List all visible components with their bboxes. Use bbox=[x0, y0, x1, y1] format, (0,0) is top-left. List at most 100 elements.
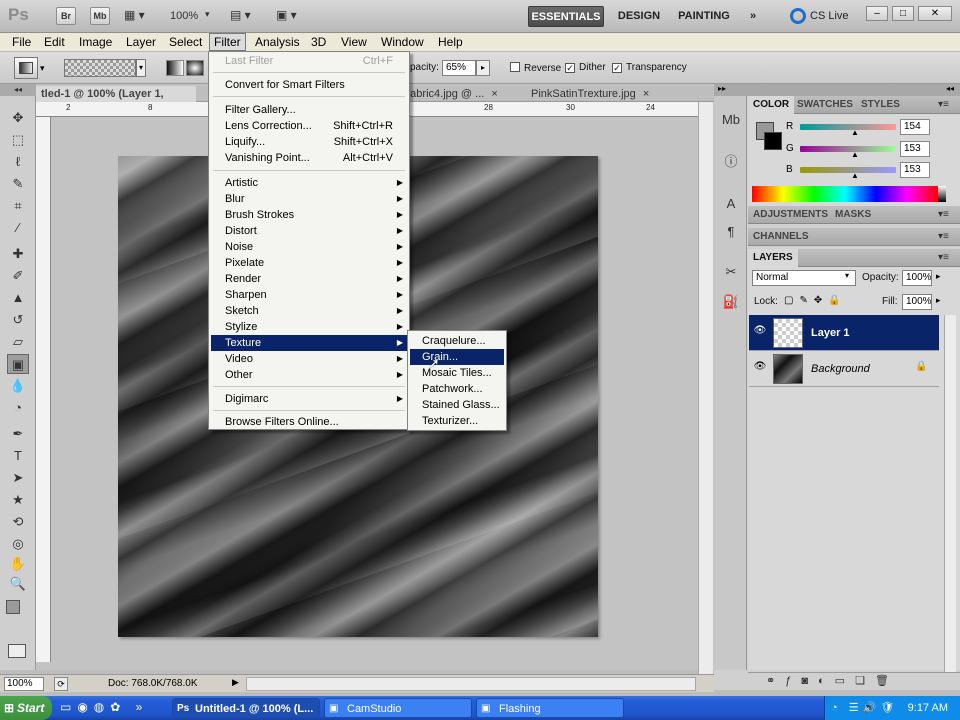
brush-tool-icon[interactable]: ✐ bbox=[7, 266, 29, 286]
bridge-button[interactable]: Br bbox=[56, 7, 76, 25]
quick-launch-icons[interactable]: ▭◉◍✿ » bbox=[60, 700, 148, 714]
layer-row-background[interactable]: 👁 Background 🔒 bbox=[749, 351, 939, 387]
panel-menu-icon[interactable]: ▾≡ bbox=[938, 99, 949, 110]
linear-gradient-button[interactable] bbox=[166, 60, 184, 76]
group-icon[interactable]: ▭ bbox=[835, 675, 855, 687]
menu-view[interactable]: View bbox=[337, 33, 371, 51]
submenu-item-patchwork[interactable]: Patchwork... bbox=[410, 381, 504, 397]
character-panel-icon[interactable]: A bbox=[720, 194, 742, 214]
tab-adjustments[interactable]: ADJUSTMENTS bbox=[748, 206, 833, 224]
menu-item-video[interactable]: Video ▶ bbox=[211, 351, 407, 367]
status-info-icon[interactable]: ⟳ bbox=[54, 677, 68, 691]
menu-item-lens-correction[interactable]: Lens Correction... Shift+Ctrl+R bbox=[211, 118, 407, 134]
eyedropper-tool-icon[interactable]: ⁄ bbox=[7, 218, 29, 238]
zoom-level[interactable]: 100% bbox=[170, 10, 198, 22]
3d-rotate-tool-icon[interactable]: ⟲ bbox=[7, 512, 29, 532]
menu-item-convert-smart-filters[interactable]: Convert for Smart Filters bbox=[211, 77, 407, 93]
menu-item-stylize[interactable]: Stylize ▶ bbox=[211, 319, 407, 335]
marquee-tool-icon[interactable]: ⬚ bbox=[7, 130, 29, 150]
menu-filter[interactable]: Filter bbox=[209, 33, 246, 51]
tool-preset-picker[interactable] bbox=[14, 57, 38, 79]
status-zoom-input[interactable]: 100% bbox=[4, 677, 44, 691]
lock-options-icons[interactable]: ▢✎✥🔒 bbox=[784, 295, 847, 306]
g-slider[interactable] bbox=[800, 146, 896, 152]
reverse-checkbox[interactable]: Reverse bbox=[510, 62, 561, 74]
vertical-scrollbar[interactable] bbox=[698, 102, 713, 674]
add-mask-icon[interactable]: ◙ bbox=[801, 675, 818, 687]
workspace-painting[interactable]: PAINTING bbox=[674, 6, 734, 27]
new-layer-icon[interactable]: ❏ bbox=[855, 675, 875, 687]
visibility-eye-icon[interactable]: 👁 bbox=[753, 361, 767, 375]
shape-tool-icon[interactable]: ★ bbox=[7, 490, 29, 510]
tab-masks[interactable]: MASKS bbox=[830, 206, 876, 224]
adjustment-layer-icon[interactable]: ◐ bbox=[818, 675, 835, 687]
eraser-tool-icon[interactable]: ▱ bbox=[7, 332, 29, 352]
menu-item-browse-filters-online[interactable]: Browse Filters Online... bbox=[211, 414, 407, 430]
menu-item-digimarc[interactable]: Digimarc ▶ bbox=[211, 391, 407, 407]
menu-item-other[interactable]: Other ▶ bbox=[211, 367, 407, 383]
b-slider[interactable] bbox=[800, 167, 896, 173]
layer-opacity-input[interactable]: 100% bbox=[902, 270, 932, 286]
submenu-item-craquelure[interactable]: Craquelure... bbox=[410, 333, 504, 349]
blur-tool-icon[interactable]: 💧 bbox=[7, 376, 29, 396]
start-button[interactable]: ⊞ Start bbox=[0, 696, 52, 720]
visibility-eye-icon[interactable]: 👁 bbox=[753, 325, 767, 339]
path-selection-tool-icon[interactable]: ➤ bbox=[7, 468, 29, 488]
b-value-input[interactable]: 153 bbox=[900, 162, 930, 178]
move-tool-icon[interactable]: ✥ bbox=[7, 108, 29, 128]
zoom-tool-icon[interactable]: 🔍 bbox=[7, 574, 29, 594]
workspace-design[interactable]: DESIGN bbox=[612, 6, 666, 27]
grayscale-ramp[interactable] bbox=[938, 186, 946, 202]
info-panel-icon[interactable]: ⓘ bbox=[720, 152, 742, 172]
menu-item-sharpen[interactable]: Sharpen ▶ bbox=[211, 287, 407, 303]
tab-channels[interactable]: CHANNELS bbox=[748, 228, 814, 246]
menu-3d[interactable]: 3D bbox=[307, 33, 330, 51]
submenu-item-stained-glass[interactable]: Stained Glass... bbox=[410, 397, 504, 413]
tools-collapse-icon[interactable]: ◂◂ bbox=[0, 84, 36, 96]
hand-tool-icon[interactable]: ✋ bbox=[7, 554, 29, 574]
clock[interactable]: 9:17 AM bbox=[908, 696, 948, 720]
menu-item-sketch[interactable]: Sketch ▶ bbox=[211, 303, 407, 319]
blend-mode-dropdown-icon[interactable]: ▾ bbox=[845, 271, 849, 280]
tray-icons[interactable]: ◔ ☰🔊🛡 bbox=[831, 696, 898, 720]
gradient-tool-active-icon[interactable]: ▣ bbox=[7, 354, 29, 374]
close-button[interactable]: ✕ bbox=[918, 6, 952, 21]
panel-menu-icon[interactable]: ▾≡ bbox=[938, 252, 949, 263]
crop-tool-icon[interactable]: ⌗ bbox=[7, 196, 29, 216]
expand-dock-icon[interactable]: ◂◂ bbox=[946, 84, 954, 93]
tab-fabric[interactable]: dfabric4.jpg @ ... × bbox=[396, 86, 516, 102]
tools-presets-icon[interactable]: ✂ bbox=[720, 262, 742, 282]
panel-menu-icon[interactable]: ▾≡ bbox=[938, 209, 949, 220]
menu-window[interactable]: Window bbox=[377, 33, 428, 51]
menu-item-brush-strokes[interactable]: Brush Strokes ▶ bbox=[211, 207, 407, 223]
r-slider[interactable] bbox=[800, 124, 896, 130]
zoom-dropdown-icon[interactable]: ▾ bbox=[205, 9, 210, 20]
menu-help[interactable]: Help bbox=[434, 33, 467, 51]
color-spectrum-bar[interactable] bbox=[752, 186, 938, 202]
dodge-tool-icon[interactable]: ◔ bbox=[7, 398, 29, 418]
layer-name[interactable]: Layer 1 bbox=[811, 327, 850, 339]
paragraph-panel-icon[interactable]: ¶ bbox=[720, 222, 742, 242]
menu-item-liquify[interactable]: Liquify... Shift+Ctrl+X bbox=[211, 134, 407, 150]
submenu-item-mosaic-tiles[interactable]: Mosaic Tiles... bbox=[410, 365, 504, 381]
mini-bridge-panel-icon[interactable]: Mb bbox=[720, 110, 742, 130]
workspace-essentials[interactable]: ESSENTIALS bbox=[528, 6, 604, 27]
transparency-checkbox[interactable]: ✓ Transparency bbox=[612, 62, 687, 73]
tab-styles[interactable]: STYLES bbox=[856, 96, 905, 114]
submenu-item-texturizer[interactable]: Texturizer... bbox=[410, 413, 504, 429]
layers-scrollbar[interactable] bbox=[944, 315, 956, 675]
layer-name[interactable]: Background bbox=[811, 363, 870, 375]
fx-icon[interactable]: ƒ bbox=[785, 675, 801, 687]
tab-swatches[interactable]: SWATCHES bbox=[792, 96, 858, 114]
fill-arrow-icon[interactable]: ▸ bbox=[936, 295, 941, 306]
tool-preset-arrow-icon[interactable]: ▾ bbox=[40, 60, 52, 76]
pen-tool-icon[interactable]: ✒ bbox=[7, 424, 29, 444]
radial-gradient-button[interactable] bbox=[186, 60, 204, 76]
more-workspaces-button[interactable]: » bbox=[744, 6, 762, 27]
collapse-dock-icon[interactable]: ▸▸ bbox=[718, 84, 726, 93]
opacity-input[interactable]: 65% bbox=[442, 60, 476, 76]
cs-live-icon[interactable] bbox=[790, 8, 806, 24]
link-layers-icon[interactable]: ⚭ bbox=[766, 675, 785, 687]
layer-row-layer-1[interactable]: 👁 Layer 1 bbox=[749, 315, 939, 351]
tab-close-icon[interactable]: × bbox=[643, 88, 649, 100]
